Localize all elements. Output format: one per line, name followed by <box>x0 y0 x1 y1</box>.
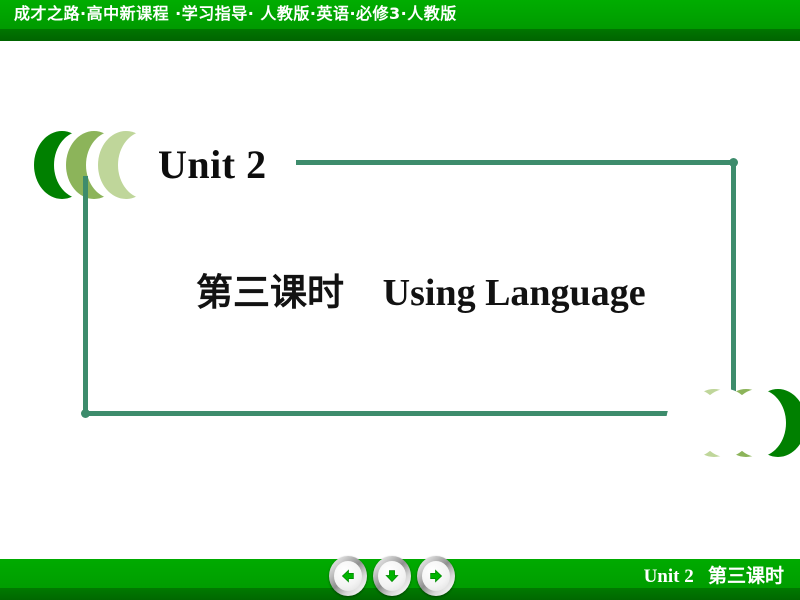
frame-line-bottom <box>83 411 695 416</box>
footer-lesson-label: 第三课时 <box>707 565 784 587</box>
page-subtitle-lesson: 第三课时 Using Language <box>196 262 646 316</box>
right-chevron-decoration <box>666 389 800 459</box>
frame-line-right <box>731 160 736 408</box>
footer-unit-label: Unit 2 <box>643 566 694 587</box>
next-step-button-face <box>378 561 406 591</box>
footer-slide-label: Unit 2 第三课时 <box>644 563 784 590</box>
arrow-left-icon <box>339 567 357 585</box>
header-accent-strip <box>0 29 800 41</box>
arrow-right-icon <box>427 567 445 585</box>
next-step-button[interactable] <box>373 556 411 596</box>
chevron-crescent-light-icon <box>98 131 174 199</box>
previous-slide-button[interactable] <box>329 556 367 596</box>
header-title: 成才之路·高中新课程 ·学习指导· 人教版·英语·必修3·人教版 <box>14 4 457 23</box>
frame-corner-dot-top-right <box>729 158 738 167</box>
left-chevron-decoration <box>34 131 174 201</box>
page-title-unit: Unit 2 <box>158 142 267 187</box>
lesson-title-en: Using Language <box>382 272 646 314</box>
slide-navigation-controls <box>329 556 455 598</box>
previous-slide-button-face <box>334 561 362 591</box>
next-slide-button[interactable] <box>417 556 455 596</box>
arrow-down-icon <box>383 567 401 585</box>
next-slide-button-face <box>422 561 450 591</box>
lesson-title-cn: 第三课时 <box>196 270 344 314</box>
chevron-crescent-dark-icon <box>730 389 800 457</box>
frame-line-top <box>296 160 736 165</box>
slide-canvas: 成才之路·高中新课程 ·学习指导· 人教版·英语·必修3·人教版 Unit 2 … <box>0 0 800 600</box>
frame-line-left <box>83 176 88 416</box>
frame-corner-dot-bottom-left <box>81 409 90 418</box>
